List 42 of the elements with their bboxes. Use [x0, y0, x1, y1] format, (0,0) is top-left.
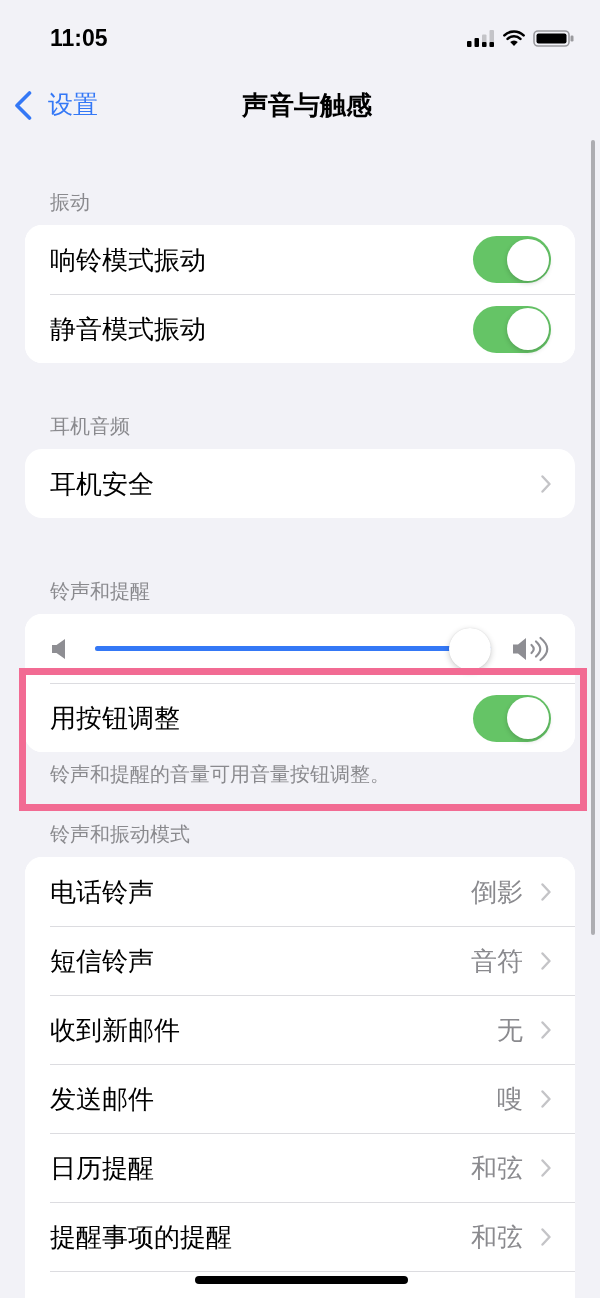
toggle-switch[interactable] [473, 694, 551, 742]
row-value: 倒影 [471, 875, 523, 909]
chevron-right-icon [541, 1021, 551, 1039]
section-header: 振动 [49, 190, 91, 216]
row-label: 提醒事项的提醒 [50, 1221, 233, 1254]
toggle-switch[interactable] [473, 305, 551, 353]
row-label: 短信铃声 [50, 945, 155, 978]
row-value: 和弦 [471, 1152, 523, 1185]
back-chevron-icon [14, 90, 32, 120]
chevron-right-icon [541, 1159, 551, 1177]
chevron-right-icon [541, 1090, 551, 1108]
row-value: 嗖 [497, 1083, 523, 1116]
row-label: 日历提醒 [50, 1152, 155, 1185]
speaker-icon [52, 638, 67, 659]
section-header: 铃声和提醒 [49, 579, 151, 605]
section-header: 耳机音频 [49, 414, 131, 440]
row-label: 发送邮件 [50, 1083, 155, 1116]
toggle-switch[interactable] [473, 236, 551, 283]
row-value: 音符 [471, 945, 523, 978]
back-button[interactable]: 设置 [14, 90, 98, 120]
battery-icon [533, 29, 574, 47]
status-time: 11:05 [50, 24, 108, 52]
row-label: 响铃模式振动 [50, 243, 207, 277]
row-label: 耳机安全 [50, 467, 155, 501]
row-value: 无 [497, 1014, 523, 1047]
wifi-icon [503, 30, 525, 46]
row-label: 静音模式振动 [50, 313, 207, 346]
screen-title: 声音与触感 [242, 89, 372, 121]
chevron-right-icon [541, 952, 551, 970]
section-footer: 铃声和提醒的音量可用音量按钮调整。 [25, 752, 575, 790]
volume-slider[interactable] [95, 627, 491, 670]
row-label: 收到新邮件 [50, 1014, 181, 1047]
chevron-right-icon [541, 1228, 551, 1246]
speaker-waves-icon [513, 635, 549, 662]
row-label: 用按钮调整 [50, 702, 181, 735]
slider-thumb[interactable] [449, 627, 491, 670]
section-header: 铃声和振动模式 [49, 822, 191, 848]
chevron-right-icon [541, 474, 551, 493]
row-value: 和弦 [471, 1221, 523, 1254]
row-label: 电话铃声 [50, 875, 155, 909]
signal-icon [467, 29, 495, 47]
chevron-right-icon [541, 882, 551, 901]
